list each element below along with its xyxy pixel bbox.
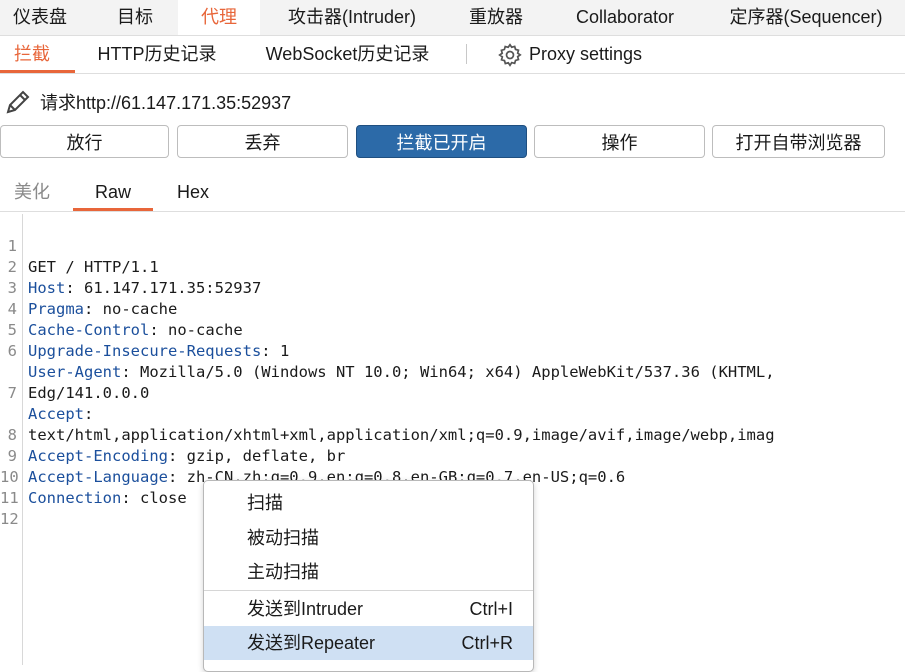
proxy-sub-nav: 拦截 HTTP历史记录 WebSocket历史记录 Proxy settings	[0, 36, 905, 74]
tab-http-history[interactable]: HTTP历史记录	[92, 36, 222, 73]
request-target-label: 请求http://61.147.171.35:52937	[40, 93, 292, 113]
divider	[466, 44, 467, 64]
editor-line: 8 Accept-Encoding: gzip, deflate, br	[0, 404, 905, 465]
active-tab-underline	[0, 70, 75, 73]
editor-line: 7 Accept:	[0, 362, 905, 423]
editor-line: 5 Upgrade-Insecure-Requests: 1	[0, 299, 905, 360]
editor-line: 6 User-Agent: Mozilla/5.0 (Windows NT 10…	[0, 320, 905, 381]
menu-item-send-to-repeater[interactable]: 发送到Repeater Ctrl+R	[204, 626, 533, 660]
editor-line: 10 Connection: close	[0, 446, 905, 507]
tab-intruder[interactable]: 攻击器(Intruder)	[268, 0, 436, 35]
tab-intercept[interactable]: 拦截	[0, 36, 64, 73]
proxy-settings-button[interactable]: Proxy settings	[497, 36, 642, 73]
action-button[interactable]: 操作	[534, 125, 705, 158]
menu-item-shortcut: Ctrl+R	[461, 633, 513, 653]
tab-repeater[interactable]: 重放器	[456, 0, 536, 35]
menu-item-label: 发送到Intruder	[247, 599, 364, 619]
request-bar: 请求http://61.147.171.35:52937	[0, 86, 291, 118]
menu-divider	[204, 590, 533, 591]
menu-item-label: 被动扫描	[247, 528, 319, 548]
menu-item-label: 发送到Repeater	[247, 633, 376, 653]
gear-icon	[498, 42, 522, 67]
menu-item-passive-scan[interactable]: 被动扫描	[204, 521, 533, 555]
editor-line: 9 Accept-Language: zh-CN,zh;q=0.9,en;q=0…	[0, 425, 905, 486]
intercept-toggle-button[interactable]: 拦截已开启	[356, 125, 527, 158]
editor-line: 4 Cache-Control: no-cache	[0, 278, 905, 339]
proxy-settings-label: Proxy settings	[529, 44, 643, 64]
tab-sequencer[interactable]: 定序器(Sequencer)	[716, 0, 896, 35]
tab-dashboard[interactable]: 仪表盘	[0, 0, 80, 35]
tab-target[interactable]: 目标	[95, 0, 175, 35]
tab-websocket-history[interactable]: WebSocket历史记录	[255, 36, 440, 73]
line-number: 12	[0, 510, 19, 528]
editor-line: 3 Pragma: no-cache	[0, 257, 905, 318]
menu-item-label: 主动扫描	[247, 562, 319, 582]
tab-pretty[interactable]: 美化	[0, 176, 64, 211]
forward-button[interactable]: 放行	[0, 125, 169, 158]
open-browser-button[interactable]: 打开自带浏览器	[712, 125, 885, 158]
editor-line: Edg/141.0.0.0	[0, 341, 905, 402]
context-menu: 扫描 被动扫描 主动扫描 发送到Intruder Ctrl+I 发送到Repea…	[203, 480, 534, 672]
tab-hex[interactable]: Hex	[160, 176, 226, 211]
tab-raw[interactable]: Raw	[73, 176, 153, 211]
menu-item-shortcut: Ctrl+I	[469, 599, 513, 619]
menu-item-active-scan[interactable]: 主动扫描	[204, 555, 533, 589]
editor-line: 1 GET / HTTP/1.1	[0, 215, 905, 276]
drop-button[interactable]: 丢弃	[177, 125, 348, 158]
top-nav: 仪表盘 目标 代理 攻击器(Intruder) 重放器 Collaborator…	[0, 0, 905, 36]
pencil-icon[interactable]	[2, 86, 34, 118]
editor-line: text/html,application/xhtml+xml,applicat…	[0, 383, 905, 444]
menu-item-scan[interactable]: 扫描	[204, 486, 533, 520]
menu-item-label: 扫描	[247, 493, 283, 513]
menu-item-send-to-intruder[interactable]: 发送到Intruder Ctrl+I	[204, 592, 533, 626]
tab-proxy[interactable]: 代理	[178, 0, 260, 35]
active-tab-underline	[73, 208, 153, 211]
editor-view-tabs: 美化 Raw Hex	[0, 176, 905, 212]
editor-line: 2 Host: 61.147.171.35:52937	[0, 236, 905, 297]
tab-collaborator[interactable]: Collaborator	[560, 0, 690, 35]
